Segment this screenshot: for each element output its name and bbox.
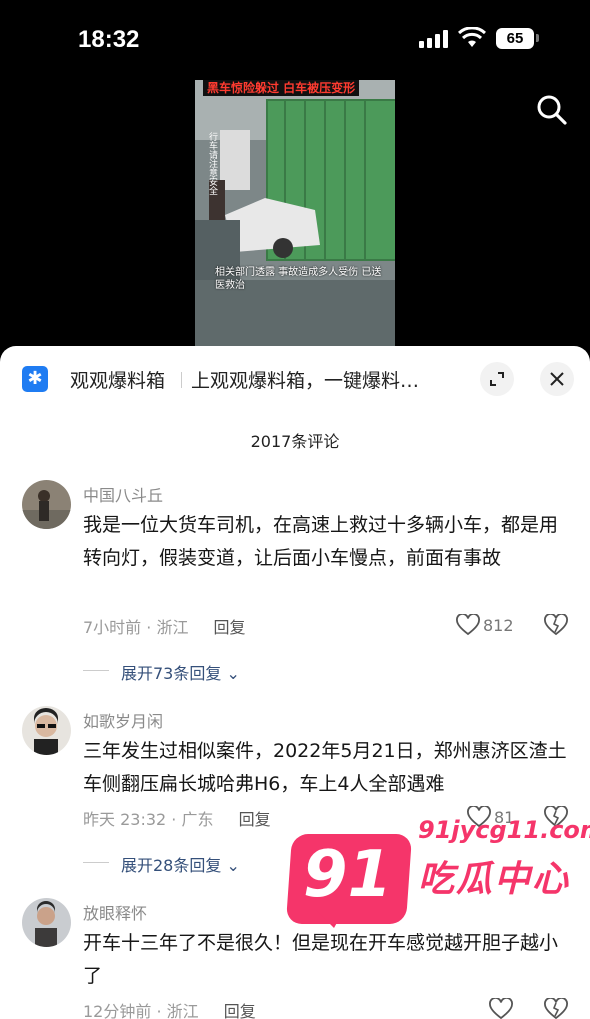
like-count: 812 [483, 616, 514, 635]
close-button[interactable] [540, 362, 574, 396]
comment-count: 2017条评论 [250, 432, 340, 451]
comment-meta: 昨天 23:32 · 广东 回复 [83, 806, 271, 830]
heart-icon[interactable] [489, 998, 513, 1019]
chevron-down-icon: ⌄ [226, 856, 240, 875]
video-side-text: 行车请注意安全 [207, 132, 217, 195]
expand-button[interactable] [480, 362, 514, 396]
video-caption: 相关部门透露 事故造成多人受伤 已送医救治 [215, 267, 382, 291]
close-icon [550, 372, 564, 386]
expand-replies-label[interactable]: 展开28条回复 ⌄ [121, 852, 240, 876]
broken-heart-icon[interactable] [544, 614, 568, 636]
mini-app-icon: ✱ [22, 366, 48, 392]
mini-app-header[interactable]: ✱ 观观爆料箱 上观观爆料箱，一键爆料… [0, 346, 590, 412]
comment-time: 昨天 23:32 · 广东 [83, 810, 214, 829]
avatar[interactable] [22, 706, 71, 755]
status-time: 18:32 [78, 26, 140, 53]
status-bar: 18:32 65 [0, 0, 590, 80]
expand-replies-label[interactable]: 展开73条回复 ⌄ [121, 660, 240, 684]
comment-meta: 12分钟前 · 浙江 回复 [83, 998, 256, 1019]
watermark-url: 91jycg11.com [418, 816, 590, 844]
comment-text: 三年发生过相似案件，2022年5月21日，郑州惠济区渣土车侧翻压扁长城哈弗H6，… [83, 740, 567, 795]
comment-time: 12分钟前 · 浙江 [83, 1002, 199, 1019]
header-divider [181, 372, 182, 388]
comment-text: 我是一位大货车司机，在高速上救过十多辆小车，都是用转向灯，假装变道，让后面小车慢… [83, 514, 559, 569]
mini-app-description[interactable]: 上观观爆料箱，一键爆料… [191, 366, 419, 393]
video-player[interactable]: 黑车惊险躲过 白车被压变形 行车请注意安全 相关部门透露 事故造成多人受伤 已送… [195, 80, 395, 346]
reply-button[interactable]: 回复 [224, 1002, 256, 1019]
cellular-signal-icon [419, 30, 448, 48]
reply-button[interactable]: 回复 [239, 810, 271, 829]
expand-icon [490, 372, 504, 386]
chevron-down-icon: ⌄ [226, 664, 240, 683]
comment-author[interactable]: 如歌岁月闲 [83, 708, 163, 732]
heart-icon[interactable] [456, 614, 480, 636]
reply-button[interactable]: 回复 [214, 618, 246, 637]
mini-app-name[interactable]: 观观爆料箱 [70, 366, 165, 393]
video-banner-text: 黑车惊险躲过 白车被压变形 [203, 80, 360, 96]
avatar[interactable] [22, 898, 71, 947]
watermark-name: 吃瓜中心 [418, 859, 571, 900]
video-frame [195, 80, 395, 346]
battery-indicator: 65 [496, 28, 534, 49]
comment-text: 开车十三年了不是很久！但是现在开车感觉越开胆子越小了 [83, 932, 559, 987]
comment-time: 7小时前 · 浙江 [83, 618, 189, 637]
wifi-icon [458, 27, 486, 47]
expand-line [83, 862, 109, 863]
expand-line [83, 670, 109, 671]
comment-author[interactable]: 中国八斗丘 [83, 482, 163, 506]
comment-author[interactable]: 放眼释怀 [83, 900, 147, 924]
battery-tip [536, 34, 539, 42]
watermark-badge-tail [316, 910, 344, 928]
search-icon[interactable] [536, 94, 568, 126]
avatar[interactable] [22, 480, 71, 529]
broken-heart-icon[interactable] [544, 998, 568, 1019]
watermark-number: 91 [303, 838, 393, 912]
comment-meta: 7小时前 · 浙江 回复 [83, 614, 246, 638]
